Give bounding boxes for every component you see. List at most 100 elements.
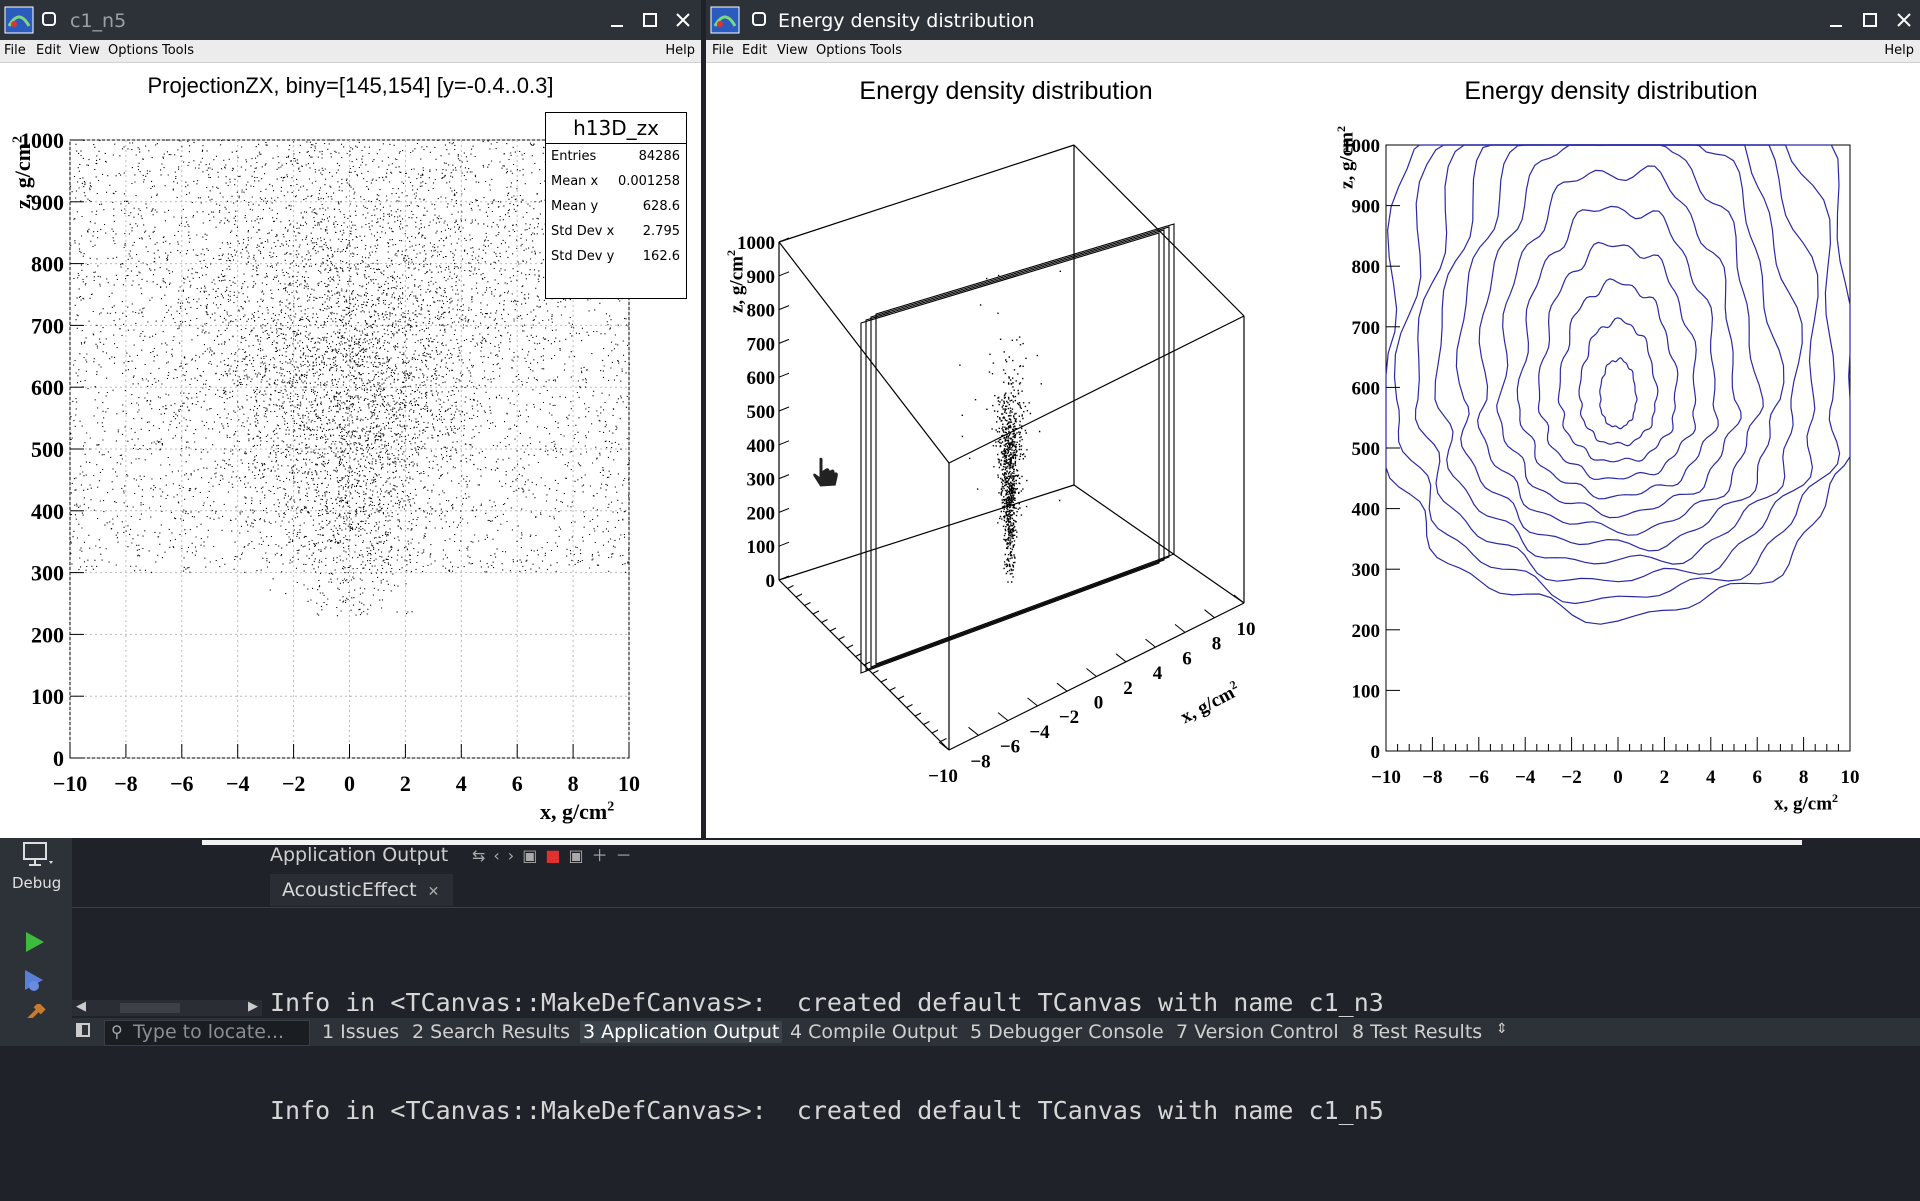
- more-tabs-icon[interactable]: ⇕: [1496, 1021, 1508, 1037]
- status-tab-application-output[interactable]: 3 Application Output: [580, 1021, 783, 1043]
- x-tick-label: −10: [53, 771, 88, 796]
- menu-file[interactable]: File: [712, 43, 734, 58]
- x-tick: [997, 712, 1009, 721]
- root-canvas-right[interactable]: Energy density distribution Energy densi…: [706, 63, 1920, 838]
- status-tab-debugger-console[interactable]: 5 Debugger Console: [970, 1021, 1164, 1043]
- maximize-icon[interactable]: [636, 6, 664, 34]
- run-icon[interactable]: [22, 930, 46, 954]
- log-line: Info in <TCanvas::MakeDefCanvas>: create…: [270, 988, 1384, 1017]
- stats-box[interactable]: h13D_zx Entries 84286 Mean x 0.001258 Mean y…: [545, 112, 687, 299]
- x-tick: [1027, 697, 1038, 707]
- scroll-thumb[interactable]: [120, 1003, 180, 1013]
- status-tab-search-results[interactable]: 2 Search Results: [412, 1021, 570, 1043]
- root-app-icon[interactable]: [4, 6, 34, 34]
- root-canvas-left[interactable]: ProjectionZX, biny=[145,154] [y=-0.4..0.…: [0, 63, 701, 838]
- x-tick-label: 0: [1613, 767, 1623, 788]
- y-tick-label: 100: [1352, 681, 1381, 702]
- x-axis-label: x, g/cm2: [540, 799, 615, 824]
- debug-mode-label[interactable]: Debug: [12, 874, 61, 892]
- x-tick-label: −8: [970, 751, 990, 772]
- z-tick: [778, 237, 790, 243]
- debug-run-icon[interactable]: [22, 968, 46, 994]
- stats-row-value: 0.001258: [617, 174, 680, 189]
- status-tab-compile-output[interactable]: 4 Compile Output: [790, 1021, 958, 1043]
- scroll-right-icon[interactable]: ▶: [248, 999, 258, 1014]
- root-app-icon[interactable]: [710, 6, 740, 34]
- menu-view[interactable]: View: [777, 43, 808, 58]
- z-tick: [778, 406, 790, 412]
- menu-edit[interactable]: Edit: [742, 43, 767, 58]
- minimize-icon[interactable]: [603, 6, 631, 34]
- title-bar[interactable]: c1_n5: [0, 0, 701, 40]
- y-tick: [897, 695, 905, 700]
- status-tab-test-results[interactable]: 8 Test Results: [1352, 1021, 1482, 1043]
- x-tick-label: 6: [1182, 648, 1192, 669]
- y-tick-label: 600: [1352, 378, 1381, 399]
- x-tick-label: −8: [114, 771, 138, 796]
- plots-right[interactable]: 01002003004005006007008009001000−10−8−6−…: [706, 63, 1920, 838]
- locator-input[interactable]: Type to locate...: [133, 1021, 284, 1043]
- output-tab-label: AcousticEffect: [282, 879, 417, 901]
- application-output-log[interactable]: Info in <TCanvas::MakeDefCanvas>: create…: [270, 913, 1384, 1201]
- y-tick-label: 600: [31, 375, 64, 400]
- z-tick: [778, 338, 790, 344]
- y-tick-label: 500: [1352, 439, 1381, 460]
- y-tick: [940, 738, 947, 742]
- stop-icon[interactable]: ■: [545, 846, 568, 865]
- window-menu-icon[interactable]: [752, 12, 766, 26]
- x-tick-label: −8: [1422, 767, 1442, 788]
- title-bar[interactable]: Energy density distribution: [706, 0, 1920, 40]
- panel-toolbar-icons[interactable]: ⇆‹›▣■▣＋－: [472, 842, 640, 866]
- scroll-left-icon[interactable]: ◀: [76, 999, 86, 1014]
- menu-tools[interactable]: Tools: [870, 43, 902, 58]
- monitor-icon[interactable]: [22, 841, 54, 869]
- x-tick-label: 4: [456, 771, 467, 796]
- x-tick-label: −6: [1469, 767, 1489, 788]
- menu-edit[interactable]: Edit: [36, 43, 61, 58]
- panel-title: Application Output: [270, 844, 449, 866]
- menu-options[interactable]: Options: [816, 43, 866, 58]
- close-icon[interactable]: [1890, 6, 1918, 34]
- menu-file[interactable]: File: [4, 43, 26, 58]
- stats-row-value: 84286: [638, 149, 680, 164]
- y-tick-label: 0: [53, 746, 64, 771]
- tab-close-icon[interactable]: ✕: [428, 884, 440, 900]
- window-menu-icon[interactable]: [42, 12, 56, 26]
- box-edge: [778, 241, 950, 464]
- minimize-icon[interactable]: [1822, 6, 1850, 34]
- canvas-window-right[interactable]: Energy density distribution File Edit Vi…: [706, 0, 1920, 838]
- x-tick-label: −4: [1029, 722, 1050, 743]
- status-tab-issues[interactable]: 1 Issues: [322, 1021, 399, 1043]
- mode-sidebar: Debug: [0, 838, 72, 1046]
- z-tick-label: 600: [747, 368, 776, 389]
- z-tick: [778, 541, 790, 547]
- x-tick: [1115, 653, 1127, 663]
- status-tab-version-control[interactable]: 7 Version Control: [1176, 1021, 1339, 1043]
- close-icon[interactable]: [669, 6, 697, 34]
- y-tick-label: 200: [1352, 621, 1381, 642]
- x-tick-label: 2: [1123, 678, 1133, 699]
- maximize-icon[interactable]: [1856, 6, 1884, 34]
- y-tick: [821, 619, 828, 623]
- x-tick-label: 2: [400, 771, 411, 796]
- menu-help[interactable]: Help: [1884, 43, 1914, 58]
- canvas-window-left[interactable]: c1_n5 File Edit View Options Tools Help …: [0, 0, 701, 838]
- y-tick: [923, 721, 930, 725]
- locator-box[interactable]: ⚲ Type to locate...: [104, 1020, 310, 1046]
- menu-help[interactable]: Help: [665, 43, 695, 58]
- output-tab[interactable]: AcousticEffect ✕: [270, 874, 454, 906]
- y-tick-label: 200: [31, 622, 64, 647]
- y-tick: [787, 585, 794, 589]
- horizontal-scrollbar[interactable]: ◀ ▶: [72, 999, 262, 1016]
- menu-tools[interactable]: Tools: [162, 43, 194, 58]
- y-tick: [804, 602, 811, 606]
- stats-row-label: Mean x: [551, 174, 599, 189]
- z-tick-label: 700: [747, 334, 776, 355]
- stats-row-value: 2.795: [642, 224, 680, 239]
- y-tick-label: 500: [31, 437, 64, 462]
- toggle-sidebar-icon[interactable]: [76, 1023, 90, 1037]
- x-tick: [1086, 668, 1097, 677]
- menu-options[interactable]: Options: [108, 43, 158, 58]
- y-tick: [795, 593, 803, 598]
- menu-view[interactable]: View: [69, 43, 100, 58]
